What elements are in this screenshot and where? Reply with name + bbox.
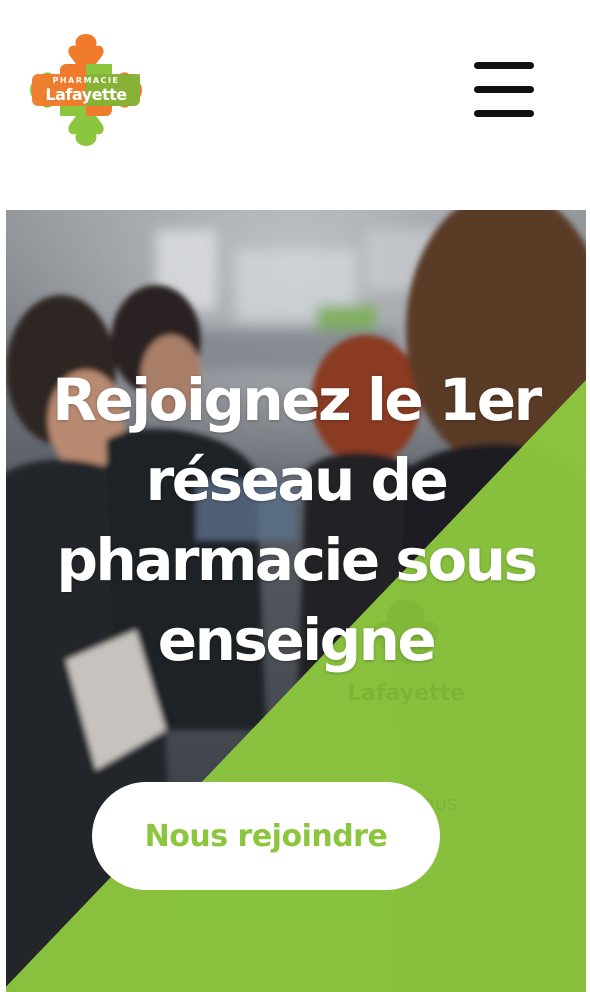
hamburger-menu-button[interactable] <box>470 58 538 122</box>
hero-section: Lafayette tous Rejoignez le 1er réseau d… <box>6 210 586 992</box>
pharmacie-lafayette-logo[interactable]: PHARMACIE Lafayette <box>26 30 146 150</box>
hero-title: Rejoignez le 1er réseau de pharmacie sou… <box>52 366 542 674</box>
menu-bar-middle <box>474 86 534 93</box>
logo-text-lafayette: Lafayette <box>45 85 127 104</box>
site-header: PHARMACIE Lafayette <box>0 0 590 180</box>
menu-bar-bottom <box>474 110 534 117</box>
shirt-lafayette-text: Lafayette <box>347 681 465 706</box>
join-us-button[interactable]: Nous rejoindre <box>92 782 440 890</box>
logo-text-pharmacie: PHARMACIE <box>52 76 120 85</box>
menu-bar-top <box>474 62 534 69</box>
page: PHARMACIE Lafayette Lafayette tous Rejoi… <box>0 0 590 992</box>
